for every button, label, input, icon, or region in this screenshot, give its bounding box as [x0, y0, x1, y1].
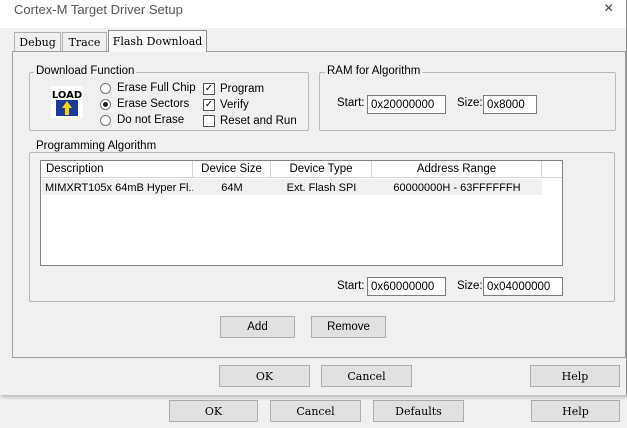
verify-label: Verify: [220, 99, 249, 111]
column-address-range[interactable]: Address Range: [372, 161, 542, 178]
ram-size-label: Size:: [457, 97, 483, 109]
background-help-button[interactable]: Help: [531, 400, 620, 422]
load-icon: LOAD: [51, 86, 83, 118]
erase-sectors-label: Erase Sectors: [117, 98, 190, 110]
program-checkbox[interactable]: ✓ Program: [203, 83, 264, 95]
column-filler: [542, 161, 562, 178]
column-description[interactable]: Description: [41, 161, 193, 178]
row-device-size: 64M: [221, 181, 243, 194]
column-device-type[interactable]: Device Type: [271, 161, 372, 178]
ok-button[interactable]: OK: [219, 365, 310, 387]
help-button[interactable]: Help: [530, 365, 620, 387]
row-address-range: 60000000H - 63FFFFFFH: [393, 181, 521, 194]
ram-start-label: Start:: [337, 97, 365, 109]
ram-for-algorithm-title: RAM for Algorithm: [325, 65, 423, 77]
cancel-button[interactable]: Cancel: [321, 365, 412, 387]
target-driver-setup-dialog: Cortex-M Target Driver Setup × Debug Tra…: [0, 0, 627, 395]
close-icon[interactable]: ×: [604, 0, 613, 18]
row-description: MIMXRT105x 64mB Hyper Fl...: [45, 181, 193, 194]
algo-size-label: Size:: [457, 280, 483, 292]
algo-start-input[interactable]: 0x60000000: [367, 277, 446, 296]
load-icon-text: LOAD: [52, 90, 82, 101]
background-cancel-button[interactable]: Cancel: [270, 400, 361, 422]
dialog-title: Cortex-M Target Driver Setup: [14, 2, 183, 17]
reset-and-run-label: Reset and Run: [220, 115, 297, 127]
verify-checkbox[interactable]: ✓ Verify: [203, 99, 249, 111]
radio-indicator: [100, 82, 111, 94]
erase-full-chip-label: Erase Full Chip: [117, 82, 196, 94]
tab-trace[interactable]: Trace: [62, 32, 107, 52]
reset-and-run-checkbox[interactable]: Reset and Run: [203, 115, 297, 127]
algorithm-list[interactable]: Description Device Size Device Type Addr…: [40, 160, 563, 266]
download-function-title: Download Function: [34, 65, 137, 77]
erase-sectors-radio[interactable]: Erase Sectors: [100, 98, 189, 110]
column-device-size[interactable]: Device Size: [193, 161, 271, 178]
checkbox-empty: [203, 115, 215, 127]
erase-full-chip-radio[interactable]: Erase Full Chip: [100, 82, 196, 94]
background-ok-button[interactable]: OK: [169, 400, 258, 422]
ram-start-input[interactable]: 0x20000000: [367, 95, 446, 114]
radio-indicator: [100, 114, 111, 126]
add-button[interactable]: Add: [220, 316, 295, 338]
flash-download-panel: Download Function LOAD Erase Full Chip E…: [12, 51, 626, 358]
tab-debug[interactable]: Debug: [14, 32, 61, 52]
algo-size-input[interactable]: 0x04000000: [483, 277, 563, 296]
remove-button[interactable]: Remove: [311, 316, 386, 338]
program-label: Program: [220, 83, 265, 95]
do-not-erase-radio[interactable]: Do not Erase: [100, 114, 184, 126]
do-not-erase-label: Do not Erase: [117, 114, 185, 126]
checkmark-icon: ✓: [203, 83, 215, 95]
background-defaults-button[interactable]: Defaults: [373, 400, 464, 422]
algo-start-label: Start:: [337, 280, 365, 292]
ram-size-input[interactable]: 0x8000: [483, 95, 537, 114]
tab-flash-download[interactable]: Flash Download: [108, 30, 207, 52]
programming-algorithm-title: Programming Algorithm: [34, 140, 159, 152]
radio-indicator-selected: [100, 98, 111, 110]
checkmark-icon: ✓: [203, 99, 215, 111]
row-device-type: Ext. Flash SPI: [286, 181, 357, 194]
